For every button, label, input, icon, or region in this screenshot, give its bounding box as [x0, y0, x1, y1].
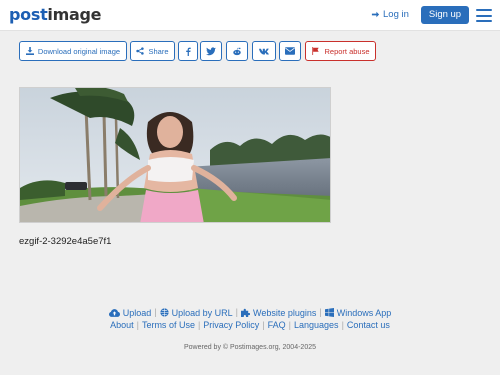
- footer-windows-app-label: Windows App: [336, 307, 392, 318]
- footer-windows-app-link[interactable]: Windows App: [324, 307, 392, 318]
- report-abuse-button[interactable]: Report abuse: [305, 41, 376, 61]
- download-label: Download original image: [37, 46, 121, 56]
- vk-icon: [258, 48, 269, 54]
- facebook-share-button[interactable]: [178, 41, 198, 61]
- hamburger-menu-icon[interactable]: [476, 9, 492, 22]
- footer-upload-link[interactable]: Upload: [108, 307, 152, 318]
- cloud-upload-icon: [108, 308, 120, 317]
- footer-separator: |: [154, 307, 157, 317]
- footer-tools: Upload | Upload by URL | Website plugins…: [0, 307, 500, 318]
- reddit-icon: [233, 47, 241, 55]
- image-preview[interactable]: [19, 87, 331, 223]
- globe-icon: [159, 308, 169, 317]
- email-icon: [285, 47, 295, 55]
- footer-contact-link[interactable]: Contact us: [347, 320, 390, 330]
- signup-button[interactable]: Sign up: [421, 6, 469, 24]
- footer-separator: |: [288, 320, 292, 330]
- image-filename: ezgif-2-3292e4a5e7f1: [19, 236, 112, 247]
- footer-upload-url-label: Upload by URL: [171, 307, 233, 318]
- footer-separator: |: [262, 320, 265, 330]
- email-share-button[interactable]: [279, 41, 301, 61]
- login-link[interactable]: Log in: [371, 9, 409, 20]
- footer-separator: |: [341, 320, 344, 330]
- top-bar: postimage Log in Sign up: [0, 0, 500, 31]
- footer-separator: |: [319, 307, 322, 317]
- facebook-icon: [186, 47, 191, 56]
- footer-privacy-link[interactable]: Privacy Policy: [203, 320, 259, 330]
- footer-languages-link[interactable]: Languages: [294, 320, 339, 330]
- footer-links: About | Terms of Use | Privacy Policy | FAQ | La…: [0, 320, 500, 330]
- login-label: Log in: [383, 9, 409, 20]
- footer-separator: |: [235, 307, 238, 317]
- twitter-icon: [206, 46, 216, 55]
- puzzle-icon: [241, 308, 250, 318]
- login-icon: [371, 11, 380, 18]
- download-icon: [25, 47, 34, 55]
- vk-share-button[interactable]: [252, 41, 276, 61]
- footer-plugins-link[interactable]: Website plugins: [241, 308, 316, 318]
- postimage-logo[interactable]: postimage: [9, 5, 101, 25]
- footer-separator: |: [197, 320, 201, 330]
- windows-icon: [324, 308, 334, 318]
- flag-icon: [312, 47, 320, 55]
- share-icon: [136, 47, 145, 55]
- footer-separator: |: [136, 320, 139, 330]
- copyright-text: Powered by © Postimages.org, 2004-2025: [183, 344, 316, 351]
- footer-terms-link[interactable]: Terms of Use: [142, 320, 195, 330]
- share-button[interactable]: Share: [130, 41, 175, 61]
- footer-faq-link[interactable]: FAQ: [268, 320, 286, 330]
- footer-upload-label: Upload: [122, 307, 152, 318]
- reddit-share-button[interactable]: [226, 41, 248, 61]
- download-original-button[interactable]: Download original image: [19, 41, 127, 61]
- share-label: Share: [148, 46, 169, 56]
- footer-about-link[interactable]: About: [110, 320, 134, 330]
- twitter-share-button[interactable]: [200, 41, 222, 61]
- footer-upload-url-link[interactable]: Upload by URL: [159, 307, 233, 318]
- footer-plugins-label: Website plugins: [253, 307, 317, 318]
- photo-thumbnail: [20, 88, 330, 222]
- report-abuse-label: Report abuse: [324, 46, 370, 56]
